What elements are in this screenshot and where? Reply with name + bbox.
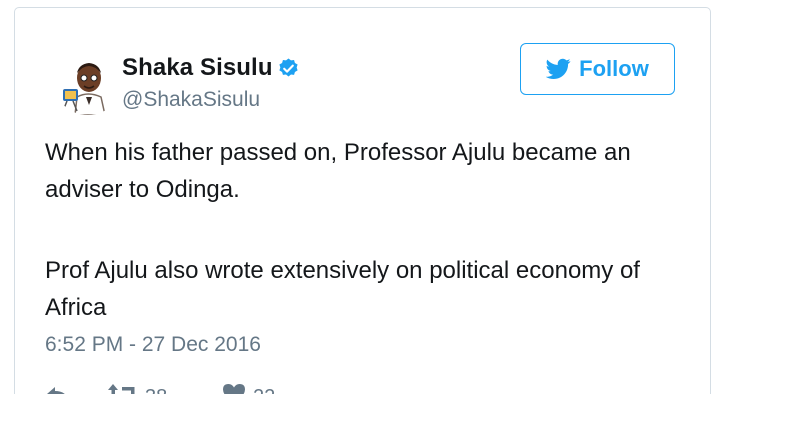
cartoon-avatar-icon[interactable] [53, 45, 123, 115]
tweet-text: When his father passed on, Professor Aju… [45, 135, 695, 326]
page-background [0, 394, 800, 445]
user-name[interactable]: Shaka Sisulu [122, 54, 273, 82]
user-handle[interactable]: @ShakaSisulu [122, 88, 260, 112]
follow-button[interactable]: Follow [520, 43, 675, 95]
tweet-paragraph: When his father passed on, Professor Aju… [45, 139, 631, 203]
tweet-paragraph: Prof Ajulu also wrote extensively on pol… [45, 257, 640, 321]
tweet-timestamp[interactable]: 6:52 PM - 27 Dec 2016 [45, 333, 261, 357]
user-name-row: Shaka Sisulu [122, 53, 300, 83]
follow-label: Follow [579, 56, 649, 81]
twitter-bird-icon [546, 58, 571, 79]
tweet-card: Shaka Sisulu @ShakaSisulu Follow When hi… [14, 7, 711, 427]
verified-badge-icon [277, 57, 300, 80]
